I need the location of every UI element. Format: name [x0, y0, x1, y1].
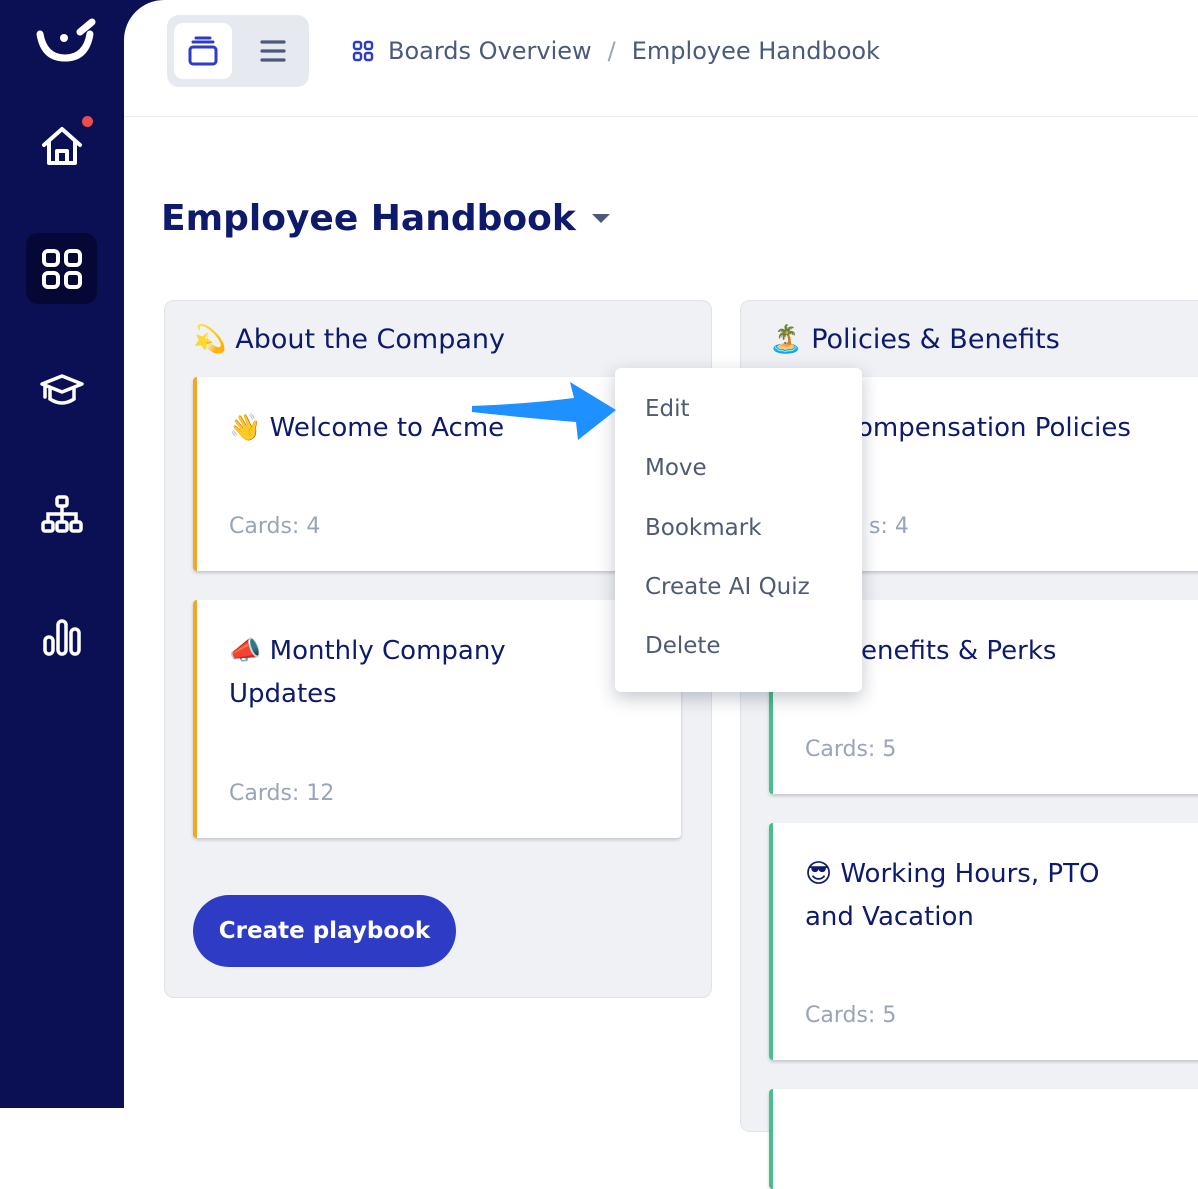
list-view-button[interactable]: [244, 23, 302, 79]
card-count: s: 4: [869, 514, 909, 539]
card-title: enefits & Perks: [861, 636, 1057, 666]
header-divider: [124, 116, 1198, 117]
grid-icon: [352, 40, 374, 62]
playbook-card[interactable]: 😎 Working Hours, PTO and Vacation Cards:…: [769, 823, 1198, 1060]
card-view-icon: [188, 36, 218, 66]
menu-item-create-ai-quiz[interactable]: Create AI Quiz: [645, 574, 810, 600]
page-title: Employee Handbook: [161, 198, 576, 239]
card-count: Cards: 4: [229, 514, 321, 539]
breadcrumb: Boards Overview / Employee Handbook: [352, 30, 880, 72]
card-title: ompensation Policies: [857, 413, 1131, 443]
sidebar: [0, 0, 124, 1108]
boards-icon: [41, 248, 82, 289]
column-title: 💫 About the Company: [193, 324, 505, 355]
card-view-button[interactable]: [174, 23, 232, 79]
card-count: Cards: 12: [229, 781, 335, 806]
arrow-pointer-icon: [472, 382, 616, 440]
context-menu: Edit Move Bookmark Create AI Quiz Delete: [615, 368, 862, 692]
board-title-dropdown[interactable]: Employee Handbook: [161, 198, 610, 239]
nav-boards[interactable]: [26, 233, 97, 304]
caret-down-icon[interactable]: [591, 214, 610, 223]
card-count: Cards: 5: [805, 1003, 897, 1028]
nav-learning[interactable]: [26, 354, 97, 425]
view-toggle: [167, 15, 309, 87]
nav-org-chart[interactable]: [26, 478, 97, 549]
home-icon: [41, 126, 82, 165]
create-playbook-button[interactable]: Create playbook: [193, 895, 456, 967]
menu-item-bookmark[interactable]: Bookmark: [645, 515, 762, 541]
card-count: Cards: 5: [805, 737, 897, 762]
card-title: 😎 Working Hours, PTO and Vacation: [805, 859, 1100, 932]
column-emoji: 💫: [193, 324, 227, 355]
nav-analytics[interactable]: [26, 600, 97, 671]
list-view-icon: [260, 40, 286, 62]
playbook-card[interactable]: 📣 Monthly Company Updates Cards: 12: [193, 600, 681, 838]
column-emoji: 🏝️: [769, 324, 803, 355]
breadcrumb-current: Employee Handbook: [631, 37, 880, 65]
card-title: 📣 Monthly Company Updates: [229, 636, 506, 709]
breadcrumb-root[interactable]: Boards Overview: [388, 37, 592, 65]
menu-item-edit[interactable]: Edit: [645, 396, 690, 422]
column-title: 🏝️ Policies & Benefits: [769, 324, 1060, 355]
graduation-cap-icon: [39, 373, 84, 405]
playbook-card[interactable]: [769, 1089, 1198, 1189]
menu-item-move[interactable]: Move: [645, 455, 707, 481]
corner-curve: [124, 0, 164, 40]
analytics-icon: [42, 618, 81, 656]
notification-dot: [82, 116, 93, 127]
logo-icon[interactable]: [34, 18, 96, 62]
org-chart-icon: [40, 494, 83, 533]
menu-item-delete[interactable]: Delete: [645, 633, 721, 659]
breadcrumb-separator: /: [607, 37, 616, 65]
